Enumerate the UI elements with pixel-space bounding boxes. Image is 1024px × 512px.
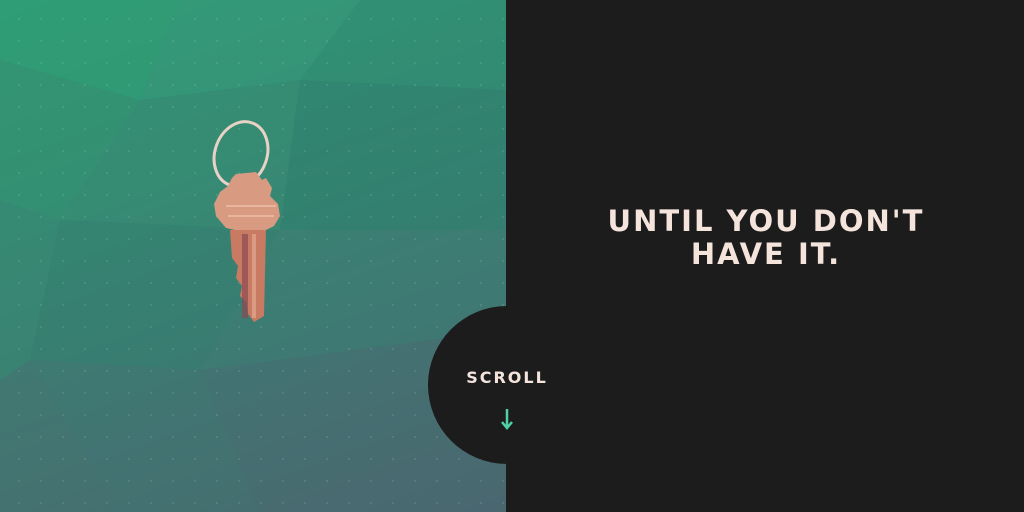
scroll-label: SCROLL <box>466 368 548 387</box>
message-panel: UNTIL YOU DON'T HAVE IT. <box>506 0 1024 512</box>
key-icon <box>212 120 280 322</box>
headline-line-1: UNTIL YOU DON'T <box>607 204 925 238</box>
hero-image-panel <box>0 0 506 512</box>
landing-page: UNTIL YOU DON'T HAVE IT. SCROLL <box>0 0 1024 512</box>
scroll-button[interactable]: SCROLL <box>428 306 586 464</box>
arrow-down-icon <box>501 409 513 430</box>
headline: UNTIL YOU DON'T HAVE IT. <box>506 205 1024 271</box>
headline-line-2: HAVE IT. <box>690 237 842 271</box>
